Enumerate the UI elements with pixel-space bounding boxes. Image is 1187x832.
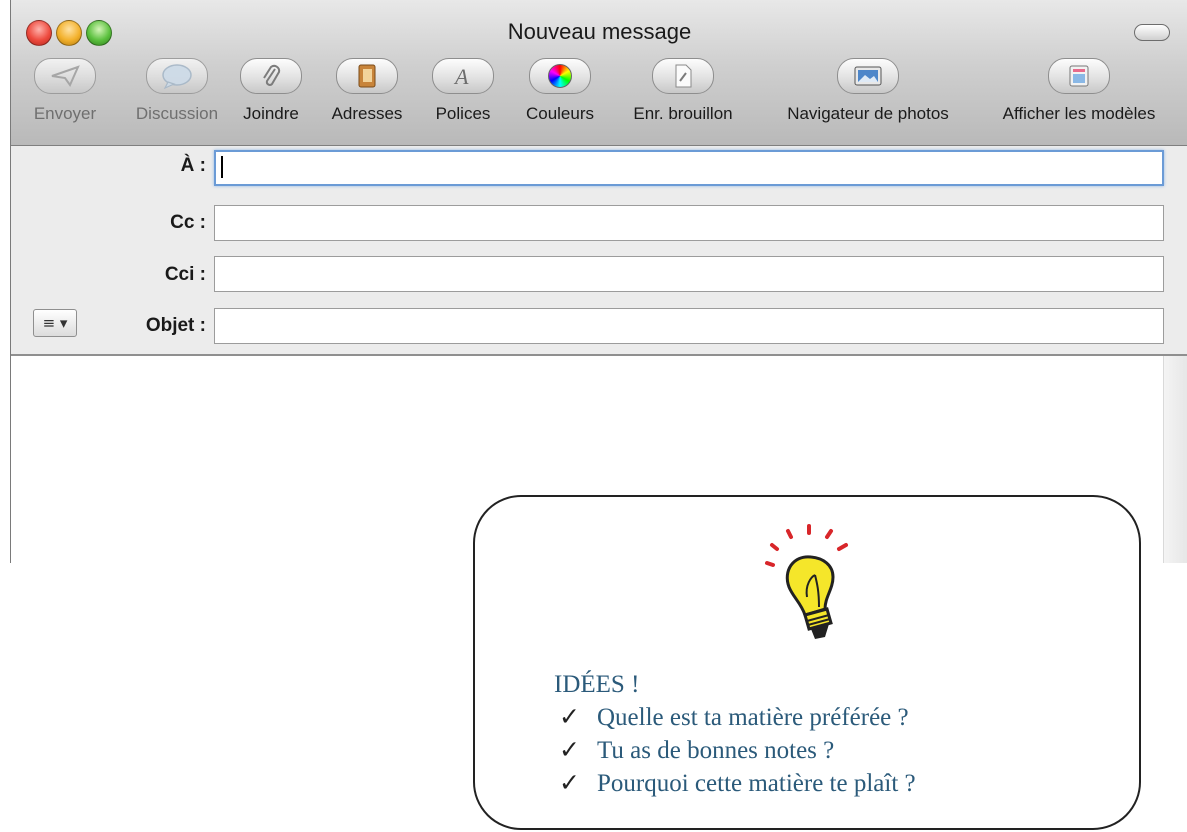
checkmark-icon: ✓ bbox=[559, 770, 580, 797]
photo-browser-button-label: Navigateur de photos bbox=[787, 104, 949, 123]
chat-button-label: Discussion bbox=[135, 104, 219, 123]
to-field[interactable] bbox=[214, 150, 1164, 186]
addresses-button[interactable]: Adresses bbox=[322, 58, 412, 124]
checkmark-icon: ✓ bbox=[559, 737, 580, 764]
colors-button-label: Couleurs bbox=[525, 104, 595, 123]
fonts-button-label: Polices bbox=[435, 104, 491, 123]
font-icon: A bbox=[432, 58, 494, 94]
cc-field[interactable] bbox=[214, 205, 1164, 241]
stationery-icon bbox=[1048, 58, 1110, 94]
bcc-field[interactable] bbox=[214, 256, 1164, 292]
addresses-button-label: Adresses bbox=[331, 104, 403, 123]
lightbulb-icon bbox=[763, 521, 853, 655]
send-button-label: Envoyer bbox=[33, 104, 97, 123]
mail-compose-window: Nouveau message Envoyer Discussion Joind… bbox=[10, 0, 1187, 563]
to-label: À : bbox=[180, 155, 206, 176]
subject-label: Objet : bbox=[145, 315, 206, 336]
toolbar-toggle-button[interactable] bbox=[1134, 24, 1170, 41]
send-icon bbox=[34, 58, 96, 94]
attach-button[interactable]: Joindre bbox=[237, 58, 305, 124]
message-header-fields: À : Cc : Cci : ≡ ▾ Objet : bbox=[11, 146, 1187, 356]
list-item: ✓ Tu as de bonnes notes ? bbox=[559, 734, 916, 767]
ideas-callout-box: IDÉES ! ✓ Quelle est ta matière préférée … bbox=[473, 495, 1141, 830]
color-wheel-icon bbox=[529, 58, 591, 94]
fonts-button[interactable]: A Polices bbox=[426, 58, 500, 124]
list-item: ✓ Quelle est ta matière préférée ? bbox=[559, 701, 916, 734]
ideas-list: ✓ Quelle est ta matière préférée ? ✓ Tu as… bbox=[559, 701, 916, 800]
checkmark-icon: ✓ bbox=[559, 704, 580, 731]
save-draft-button-label: Enr. brouillon bbox=[633, 104, 733, 123]
show-stationery-button[interactable]: Afficher les modèles bbox=[985, 58, 1173, 124]
ideas-title: IDÉES ! bbox=[554, 671, 640, 698]
text-caret bbox=[221, 156, 223, 178]
window-title: Nouveau message bbox=[507, 19, 692, 44]
idea-text: Quelle est ta matière préférée ? bbox=[597, 704, 909, 731]
save-draft-button[interactable]: Enr. brouillon bbox=[616, 58, 750, 124]
bcc-label: Cci : bbox=[164, 264, 206, 285]
photo-browser-icon bbox=[837, 58, 899, 94]
title-toolbar-bar: Nouveau message Envoyer Discussion Joind… bbox=[11, 0, 1187, 146]
photo-browser-button[interactable]: Navigateur de photos bbox=[768, 58, 968, 124]
cc-label: Cc : bbox=[170, 212, 206, 233]
colors-button[interactable]: Couleurs bbox=[515, 58, 605, 124]
show-stationery-button-label: Afficher les modèles bbox=[1002, 104, 1156, 123]
save-draft-icon bbox=[652, 58, 714, 94]
send-button[interactable]: Envoyer bbox=[13, 58, 117, 124]
attach-button-label: Joindre bbox=[243, 104, 299, 123]
chat-button[interactable]: Discussion bbox=[121, 58, 233, 124]
idea-text: Pourquoi cette matière te plaît ? bbox=[597, 770, 916, 797]
vertical-scrollbar[interactable] bbox=[1163, 356, 1187, 563]
chat-bubble-icon bbox=[146, 58, 208, 94]
paperclip-icon bbox=[240, 58, 302, 94]
svg-text:A: A bbox=[453, 64, 469, 89]
list-item: ✓ Pourquoi cette matière te plaît ? bbox=[559, 767, 916, 800]
idea-text: Tu as de bonnes notes ? bbox=[597, 737, 835, 764]
subject-field[interactable] bbox=[214, 308, 1164, 344]
address-book-icon bbox=[336, 58, 398, 94]
